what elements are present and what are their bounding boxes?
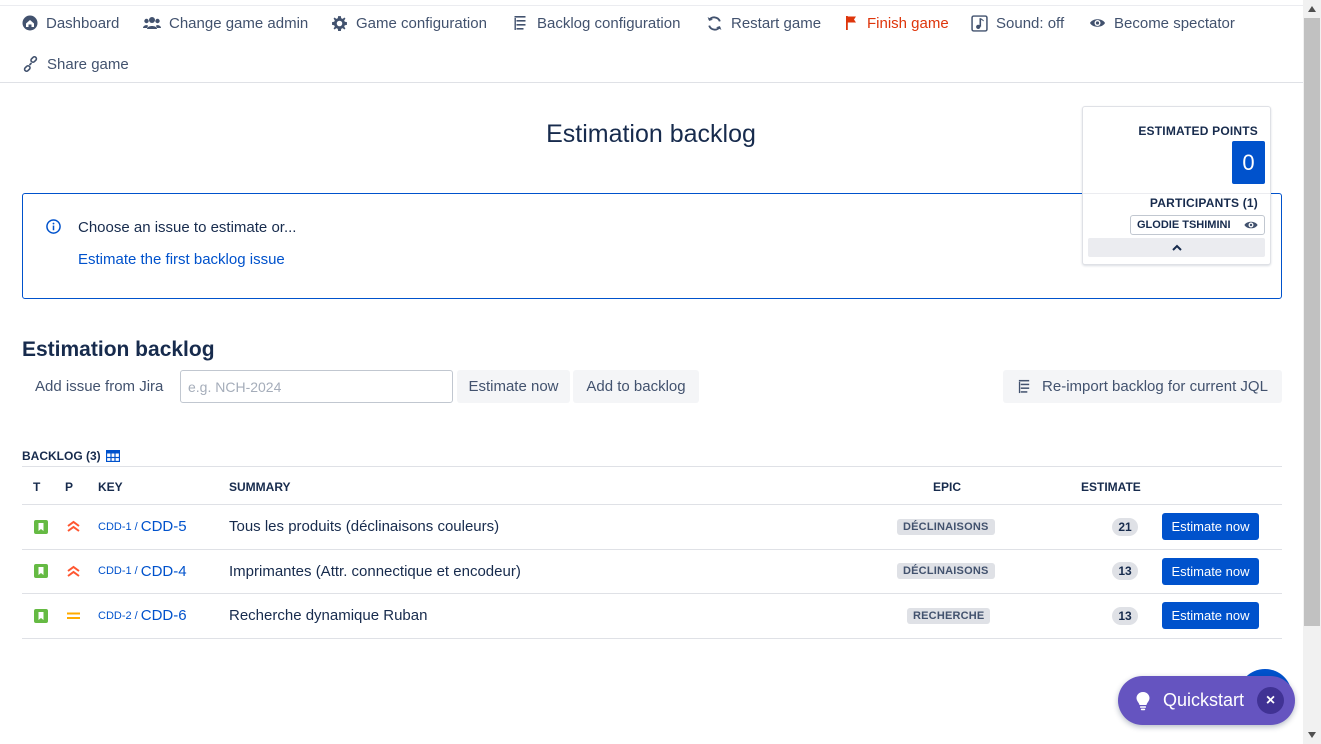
nav-sound-toggle[interactable]: Sound: off	[971, 12, 1064, 34]
collapse-panel-button[interactable]	[1088, 238, 1265, 257]
table-row[interactable]: CDD-1 / CDD-5 Tous les produits (déclina…	[22, 505, 1282, 550]
priority-medium-icon	[66, 594, 81, 638]
participant-name: GLODIE TSHIMINI	[1137, 219, 1231, 231]
stats-divider	[1083, 193, 1270, 194]
header-type: T	[33, 480, 41, 494]
eye-icon	[1244, 221, 1258, 229]
chevron-up-icon	[1171, 244, 1182, 251]
game-stats-panel: ESTIMATED POINTS 0 PARTICIPANTS (1) GLOD…	[1082, 106, 1271, 265]
backlog-list-icon	[514, 16, 526, 30]
reimport-backlog-button[interactable]: Re-import backlog for current JQL	[1003, 370, 1282, 403]
priority-high-icon	[66, 550, 81, 594]
vertical-scrollbar[interactable]	[1303, 0, 1321, 744]
nav-finish-game[interactable]: Finish game	[843, 12, 949, 34]
header-priority: P	[65, 480, 74, 494]
issue-key-link[interactable]: CDD-6	[141, 607, 187, 624]
nav-backlog-configuration[interactable]: Backlog configuration	[512, 12, 680, 34]
row-estimate-now-button[interactable]: Estimate now	[1162, 557, 1259, 585]
nav-share-game-label: Share game	[47, 55, 129, 73]
link-icon	[23, 56, 38, 72]
parent-key-link[interactable]: CDD-2 /	[98, 610, 138, 622]
issue-key-link[interactable]: CDD-4	[141, 563, 187, 580]
quickstart-button[interactable]: Quickstart ×	[1118, 676, 1295, 725]
header-estimate: ESTIMATE	[1081, 480, 1141, 494]
nav-dashboard-label: Dashboard	[46, 14, 120, 32]
refresh-icon	[707, 15, 722, 31]
issue-summary: Tous les produits (déclinaisons couleurs…	[229, 518, 500, 536]
nav-change-admin-label: Change game admin	[169, 14, 309, 32]
nav-become-spectator[interactable]: Become spectator	[1089, 12, 1235, 34]
estimated-points-value: 0	[1232, 141, 1265, 184]
nav-backlog-configuration-label: Backlog configuration	[537, 14, 681, 32]
nav-game-configuration-label: Game configuration	[356, 14, 487, 32]
parent-key-link[interactable]: CDD-1 /	[98, 565, 138, 577]
info-icon	[46, 219, 61, 234]
backlog-count: BACKLOG (3)	[22, 449, 120, 463]
story-type-icon	[34, 505, 48, 549]
nav-become-spectator-label: Become spectator	[1114, 14, 1235, 32]
backlog-section-title: Estimation backlog	[22, 338, 215, 361]
issue-summary: Imprimantes (Attr. connectique et encode…	[229, 562, 521, 580]
jira-issue-input[interactable]	[180, 370, 453, 403]
add-to-backlog-button[interactable]: Add to backlog	[573, 370, 699, 403]
estimate-first-issue-link[interactable]: Estimate the first backlog issue	[78, 251, 285, 268]
estimate-badge: 13	[1112, 562, 1138, 581]
flag-icon	[846, 16, 856, 30]
parent-key-link[interactable]: CDD-1 /	[98, 521, 138, 533]
scrollbar-thumb[interactable]	[1304, 18, 1320, 626]
nav-finish-game-label: Finish game	[867, 14, 949, 32]
epic-lozenge: DÉCLINAISONS	[897, 563, 995, 580]
nav-sound-toggle-label: Sound: off	[996, 14, 1065, 32]
quickstart-close-button[interactable]: ×	[1257, 687, 1284, 714]
top-navigation: Dashboard Change game admin Game configu…	[0, 6, 1303, 83]
nav-game-configuration[interactable]: Game configuration	[331, 12, 487, 34]
header-summary: SUMMARY	[229, 480, 291, 494]
story-type-icon	[34, 594, 48, 638]
backlog-table: T P KEY SUMMARY EPIC ESTIMATE CDD-1 / CD…	[22, 466, 1282, 639]
nav-change-admin[interactable]: Change game admin	[143, 12, 308, 34]
issue-summary: Recherche dynamique Ruban	[229, 607, 428, 625]
nav-dashboard[interactable]: Dashboard	[22, 12, 119, 34]
epic-lozenge: DÉCLINAISONS	[897, 518, 995, 535]
scroll-down-arrow-icon[interactable]	[1303, 726, 1321, 744]
users-icon	[143, 17, 161, 29]
backlog-list-icon	[1018, 379, 1030, 394]
info-message: Choose an issue to estimate or...	[78, 219, 297, 236]
table-grid-icon[interactable]	[105, 450, 120, 462]
reimport-backlog-label: Re-import backlog for current JQL	[1042, 378, 1268, 395]
home-icon	[22, 15, 38, 31]
eye-icon	[1090, 19, 1105, 27]
nav-share-game[interactable]: Share game	[22, 53, 129, 75]
estimate-now-button[interactable]: Estimate now	[457, 370, 570, 403]
participant-chip: GLODIE TSHIMINI	[1130, 215, 1265, 235]
gear-icon	[332, 15, 347, 31]
music-note-icon	[971, 14, 988, 32]
table-header: T P KEY SUMMARY EPIC ESTIMATE	[22, 466, 1282, 505]
header-key: KEY	[98, 480, 123, 494]
lightbulb-icon	[1136, 691, 1150, 710]
story-type-icon	[34, 550, 48, 594]
row-estimate-now-button[interactable]: Estimate now	[1162, 513, 1259, 541]
priority-high-icon	[66, 505, 81, 549]
nav-restart-game[interactable]: Restart game	[706, 12, 821, 34]
issue-key-link[interactable]: CDD-5	[141, 518, 187, 535]
page-title: Estimation backlog	[546, 120, 756, 148]
header-epic: EPIC	[933, 480, 962, 494]
scroll-up-arrow-icon[interactable]	[1303, 0, 1321, 18]
quickstart-label: Quickstart	[1163, 690, 1245, 710]
nav-restart-game-label: Restart game	[731, 14, 822, 32]
table-row[interactable]: CDD-1 / CDD-4 Imprimantes (Attr. connect…	[22, 550, 1282, 594]
estimate-badge: 13	[1112, 606, 1138, 625]
backlog-count-label: BACKLOG (3)	[22, 449, 101, 463]
epic-lozenge: RECHERCHE	[907, 607, 991, 624]
participants-label: PARTICIPANTS (1)	[1149, 196, 1258, 210]
table-row[interactable]: CDD-2 / CDD-6 Recherche dynamique Ruban …	[22, 594, 1282, 639]
estimate-badge: 21	[1112, 517, 1138, 536]
add-issue-label: Add issue from Jira	[35, 378, 164, 395]
estimated-points-label: ESTIMATED POINTS	[1138, 124, 1258, 138]
close-icon: ×	[1265, 691, 1276, 709]
row-estimate-now-button[interactable]: Estimate now	[1162, 602, 1259, 630]
